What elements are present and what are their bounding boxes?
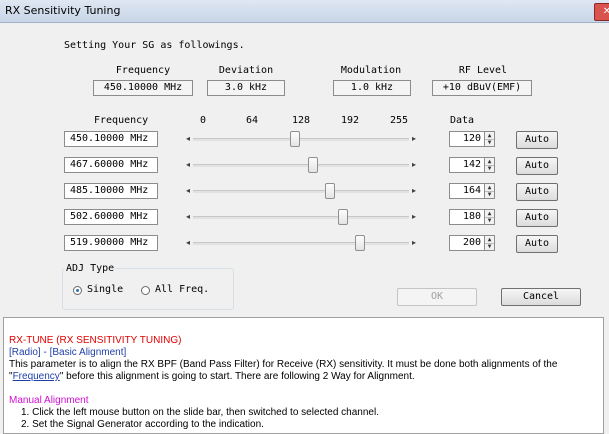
spin-down-icon[interactable]: ▼ (485, 139, 494, 146)
frequency-column-header: Frequency (94, 115, 149, 126)
spin-buttons: ▲ ▼ (485, 183, 495, 199)
auto-button[interactable]: Auto (516, 209, 558, 227)
data-value-field[interactable]: 142 (449, 157, 485, 173)
scale-tick: 192 (340, 115, 360, 126)
slider-left-arrow-icon[interactable]: ◂ (183, 133, 193, 145)
slider-right-arrow-icon[interactable]: ▸ (409, 237, 419, 249)
adj-type-label: ADJ Type (64, 263, 117, 274)
step-item: 2. Set the Signal Generator according to… (21, 419, 264, 430)
slider-left-arrow-icon[interactable]: ◂ (183, 159, 193, 171)
spin-buttons: ▲ ▼ (485, 157, 495, 173)
all-freq-radio[interactable] (141, 286, 150, 295)
row-frequency-field: 485.10000 MHz (64, 183, 158, 199)
frequency-link[interactable]: Frequency (13, 371, 60, 382)
slider-thumb[interactable] (325, 183, 336, 199)
rx-sensitivity-window: RX Sensitivity Tuning ✕ Setting Your SG … (0, 0, 609, 434)
description-path: [Radio] - [Basic Alignment] (9, 347, 127, 358)
slider-thumb[interactable] (289, 131, 300, 147)
spin-buttons: ▲ ▼ (485, 235, 495, 251)
close-button[interactable]: ✕ (594, 3, 609, 21)
all-freq-radio-label[interactable]: All Freq. (155, 284, 209, 295)
step-item: 1. Click the left mouse button on the sl… (21, 407, 379, 418)
data-value-field[interactable]: 200 (449, 235, 485, 251)
description-panel: RX-TUNE (RX SENSITIVITY TUNING) [Radio] … (3, 317, 604, 434)
data-value-field[interactable]: 120 (449, 131, 485, 147)
sg-frequency-value: 450.10000 MHz (93, 80, 193, 96)
cancel-button[interactable]: Cancel (501, 288, 581, 306)
spin-down-icon[interactable]: ▼ (485, 191, 494, 198)
slider-track (193, 216, 409, 219)
ok-button[interactable]: OK (397, 288, 477, 306)
spin-down-icon[interactable]: ▼ (485, 243, 494, 250)
scale-tick: 64 (245, 115, 259, 126)
row-frequency-field: 502.60000 MHz (64, 209, 158, 225)
slider-track (193, 138, 409, 141)
sg-rf-level-value: +10 dBuV(EMF) (432, 80, 532, 96)
slider-thumb[interactable] (354, 235, 365, 251)
window-title: RX Sensitivity Tuning (5, 4, 121, 17)
auto-button[interactable]: Auto (516, 183, 558, 201)
data-value-field[interactable]: 164 (449, 183, 485, 199)
tuning-slider[interactable]: ◂ ▸ (183, 131, 419, 147)
sg-frequency-header: Frequency (115, 65, 171, 76)
slider-thumb[interactable] (338, 209, 349, 225)
scale-tick: 255 (389, 115, 409, 126)
data-spinbox[interactable]: 180 ▲ ▼ (449, 209, 495, 225)
data-spinbox[interactable]: 200 ▲ ▼ (449, 235, 495, 251)
row-frequency-field: 467.60000 MHz (64, 157, 158, 173)
tuning-slider[interactable]: ◂ ▸ (183, 209, 419, 225)
spin-down-icon[interactable]: ▼ (485, 217, 494, 224)
single-radio-label[interactable]: Single (87, 284, 123, 295)
sg-deviation-value: 3.0 kHz (207, 80, 285, 96)
slider-right-arrow-icon[interactable]: ▸ (409, 185, 419, 197)
data-column-header: Data (450, 115, 475, 126)
slider-right-arrow-icon[interactable]: ▸ (409, 159, 419, 171)
slider-left-arrow-icon[interactable]: ◂ (183, 211, 193, 223)
auto-button[interactable]: Auto (516, 235, 558, 253)
data-spinbox[interactable]: 164 ▲ ▼ (449, 183, 495, 199)
sg-modulation-header: Modulation (340, 65, 402, 76)
slider-right-arrow-icon[interactable]: ▸ (409, 211, 419, 223)
close-icon: ✕ (602, 6, 609, 17)
intro-text: Setting Your SG as followings. (64, 40, 245, 51)
row-frequency-field: 519.90000 MHz (64, 235, 158, 251)
auto-button[interactable]: Auto (516, 157, 558, 175)
data-spinbox[interactable]: 120 ▲ ▼ (449, 131, 495, 147)
auto-button[interactable]: Auto (516, 131, 558, 149)
manual-alignment-heading: Manual Alignment (9, 395, 89, 406)
slider-track (193, 164, 409, 167)
slider-right-arrow-icon[interactable]: ▸ (409, 133, 419, 145)
description-body-2-rest: " before this alignment is going to star… (59, 371, 415, 382)
row-frequency-field: 450.10000 MHz (64, 131, 158, 147)
spin-buttons: ▲ ▼ (485, 131, 495, 147)
description-body-2: "Frequency" before this alignment is goi… (9, 371, 599, 383)
title-bar: RX Sensitivity Tuning ✕ (0, 0, 609, 23)
data-spinbox[interactable]: 142 ▲ ▼ (449, 157, 495, 173)
slider-track (193, 242, 409, 245)
tuning-slider[interactable]: ◂ ▸ (183, 235, 419, 251)
sg-deviation-header: Deviation (218, 65, 274, 76)
slider-left-arrow-icon[interactable]: ◂ (183, 185, 193, 197)
slider-track (193, 190, 409, 193)
sg-rf-level-header: RF Level (458, 65, 508, 76)
description-body-1: This parameter is to align the RX BPF (B… (9, 359, 558, 370)
tuning-slider[interactable]: ◂ ▸ (183, 183, 419, 199)
slider-left-arrow-icon[interactable]: ◂ (183, 237, 193, 249)
tuning-slider[interactable]: ◂ ▸ (183, 157, 419, 173)
data-value-field[interactable]: 180 (449, 209, 485, 225)
scale-tick: 0 (199, 115, 207, 126)
scale-tick: 128 (291, 115, 311, 126)
spin-down-icon[interactable]: ▼ (485, 165, 494, 172)
slider-thumb[interactable] (307, 157, 318, 173)
single-radio[interactable] (73, 286, 82, 295)
description-title: RX-TUNE (RX SENSITIVITY TUNING) (9, 335, 182, 346)
spin-buttons: ▲ ▼ (485, 209, 495, 225)
sg-modulation-value: 1.0 kHz (333, 80, 411, 96)
